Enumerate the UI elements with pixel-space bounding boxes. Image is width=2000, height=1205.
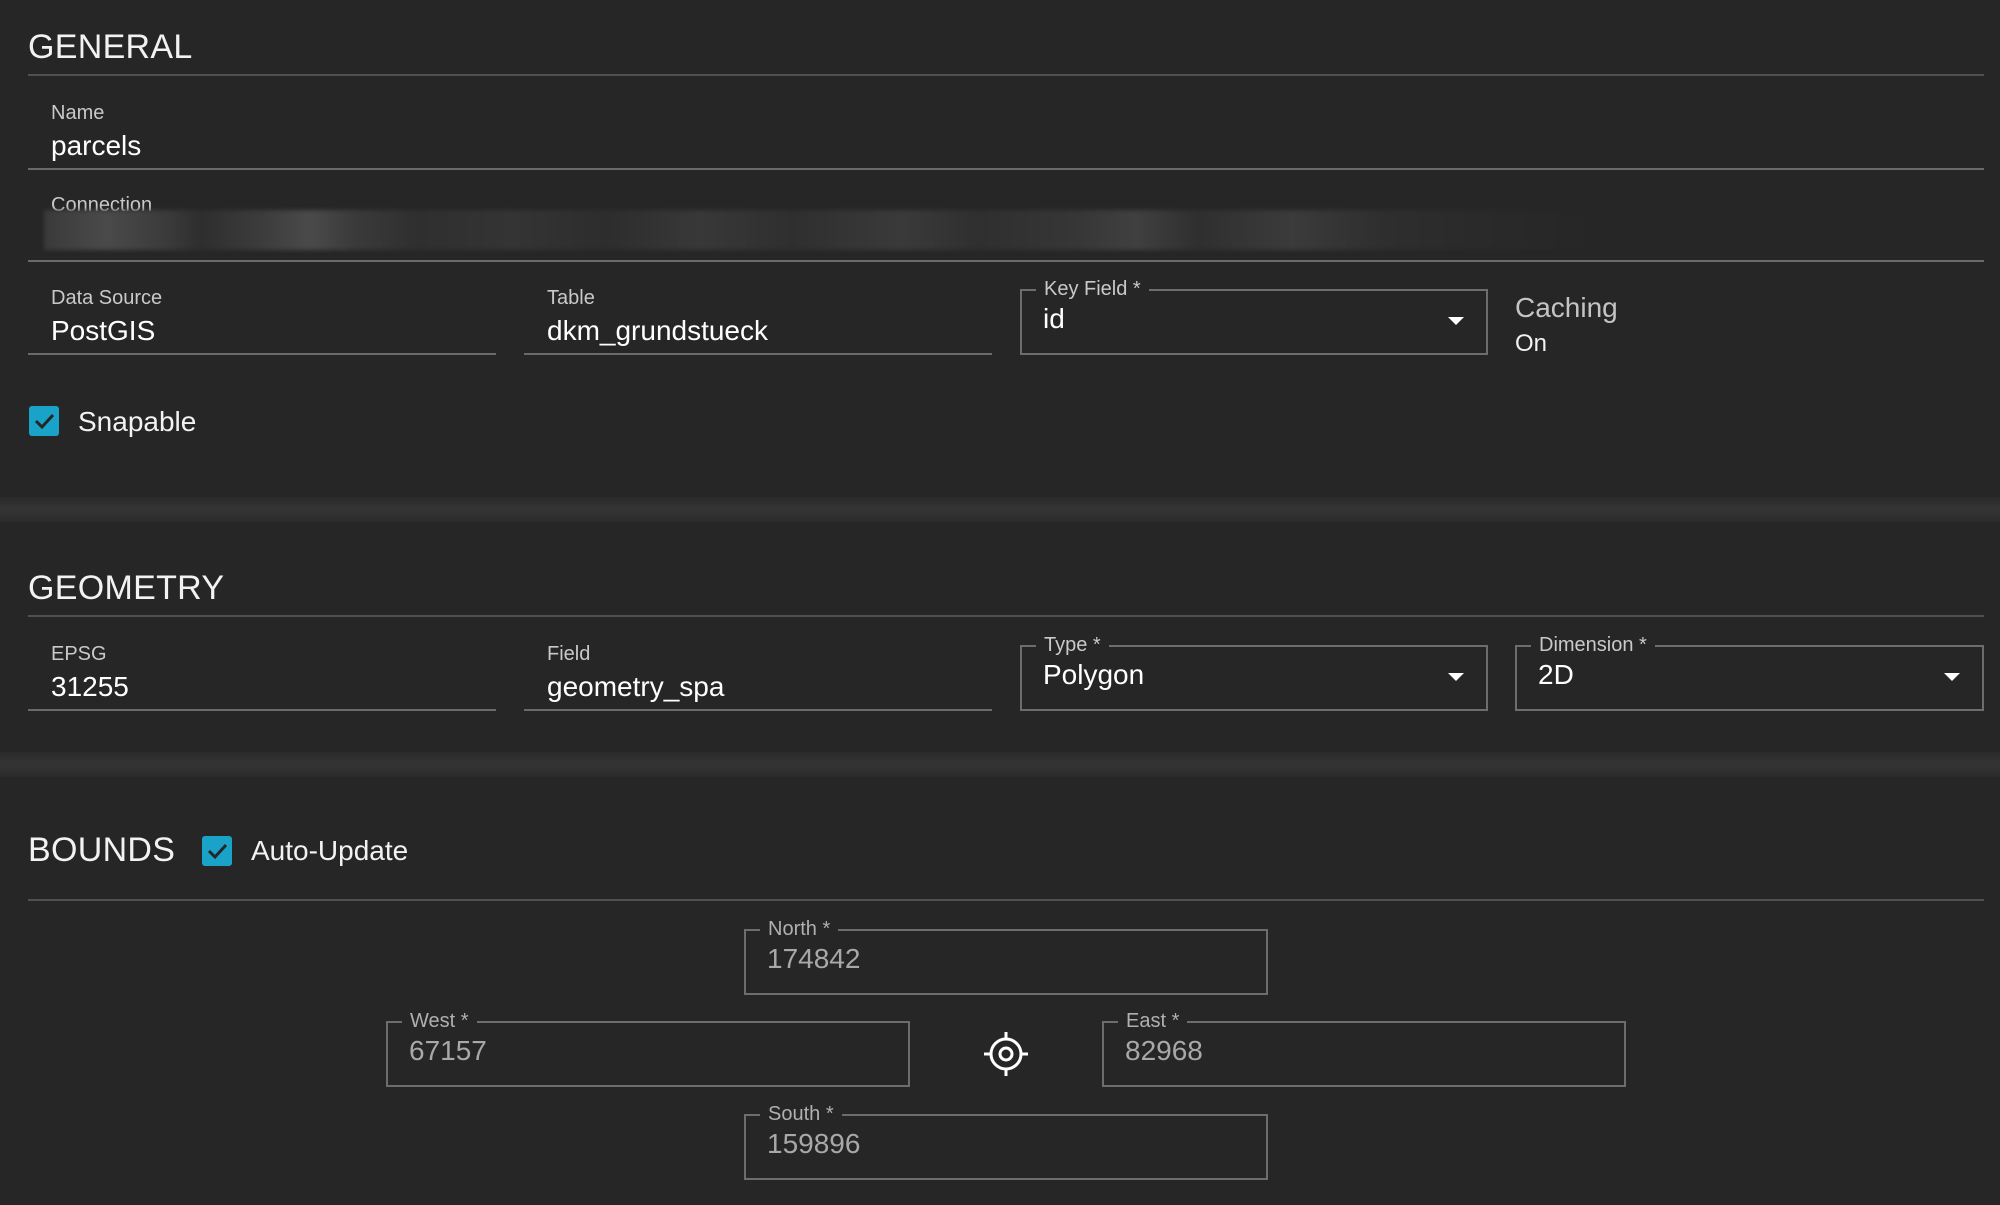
chevron-down-icon[interactable]: [1944, 673, 1960, 681]
caching-value: On: [1515, 330, 1547, 358]
snapable-checkbox[interactable]: [29, 406, 59, 436]
chevron-down-icon[interactable]: [1448, 317, 1464, 325]
name-field[interactable]: Name parcels: [28, 88, 1984, 170]
bounds-section-title: BOUNDS: [28, 831, 175, 870]
section-divider: [0, 752, 2000, 777]
south-field[interactable]: South * 159896: [744, 1114, 1268, 1180]
table-field[interactable]: Table dkm_grundstueck: [524, 273, 992, 355]
type-select[interactable]: Type * Polygon: [1020, 645, 1488, 711]
snapable-label[interactable]: Snapable: [78, 406, 196, 438]
east-label: East *: [1118, 1008, 1187, 1034]
type-label: Type *: [1036, 632, 1109, 658]
epsg-value[interactable]: 31255: [51, 671, 129, 703]
table-value[interactable]: dkm_grundstueck: [547, 315, 768, 347]
bounds-title-divider: [28, 899, 1984, 901]
west-label: West *: [402, 1008, 477, 1034]
section-divider: [0, 497, 2000, 522]
data-source-value[interactable]: PostGIS: [51, 315, 155, 347]
name-field-value[interactable]: parcels: [51, 130, 141, 162]
name-field-label: Name: [51, 102, 104, 125]
auto-update-label[interactable]: Auto-Update: [251, 835, 408, 867]
west-field[interactable]: West * 67157: [386, 1021, 910, 1087]
epsg-field[interactable]: EPSG 31255: [28, 629, 496, 711]
table-label: Table: [547, 287, 595, 310]
auto-update-checkbox[interactable]: [202, 836, 232, 866]
geometry-field-input[interactable]: Field geometry_spa: [524, 629, 992, 711]
epsg-label: EPSG: [51, 643, 107, 666]
key-field-value: id: [1043, 303, 1065, 335]
east-field[interactable]: East * 82968: [1102, 1021, 1626, 1087]
general-section-title: GENERAL: [28, 28, 193, 67]
south-label: South *: [760, 1101, 842, 1127]
geometry-section-title: GEOMETRY: [28, 569, 224, 608]
connection-value-redacted: [44, 210, 1604, 250]
dimension-select[interactable]: Dimension * 2D: [1515, 645, 1984, 711]
south-value[interactable]: 159896: [767, 1128, 860, 1160]
data-source-label: Data Source: [51, 287, 162, 310]
check-icon: [32, 409, 56, 433]
geometry-title-divider: [28, 615, 1984, 617]
key-field-select[interactable]: Key Field * id: [1020, 289, 1488, 355]
north-value[interactable]: 174842: [767, 943, 860, 975]
key-field-label: Key Field *: [1036, 276, 1149, 302]
data-source-field[interactable]: Data Source PostGIS: [28, 273, 496, 355]
crosshair-icon[interactable]: [983, 1031, 1029, 1077]
dimension-value: 2D: [1538, 659, 1574, 691]
geometry-field-label: Field: [547, 643, 590, 666]
east-value[interactable]: 82968: [1125, 1035, 1203, 1067]
west-value[interactable]: 67157: [409, 1035, 487, 1067]
caching-label: Caching: [1515, 292, 1618, 324]
type-value: Polygon: [1043, 659, 1144, 691]
geometry-field-value[interactable]: geometry_spa: [547, 671, 724, 703]
north-label: North *: [760, 916, 838, 942]
general-title-divider: [28, 74, 1984, 76]
north-field[interactable]: North * 174842: [744, 929, 1268, 995]
chevron-down-icon[interactable]: [1448, 673, 1464, 681]
dimension-label: Dimension *: [1531, 632, 1655, 658]
check-icon: [205, 839, 229, 863]
